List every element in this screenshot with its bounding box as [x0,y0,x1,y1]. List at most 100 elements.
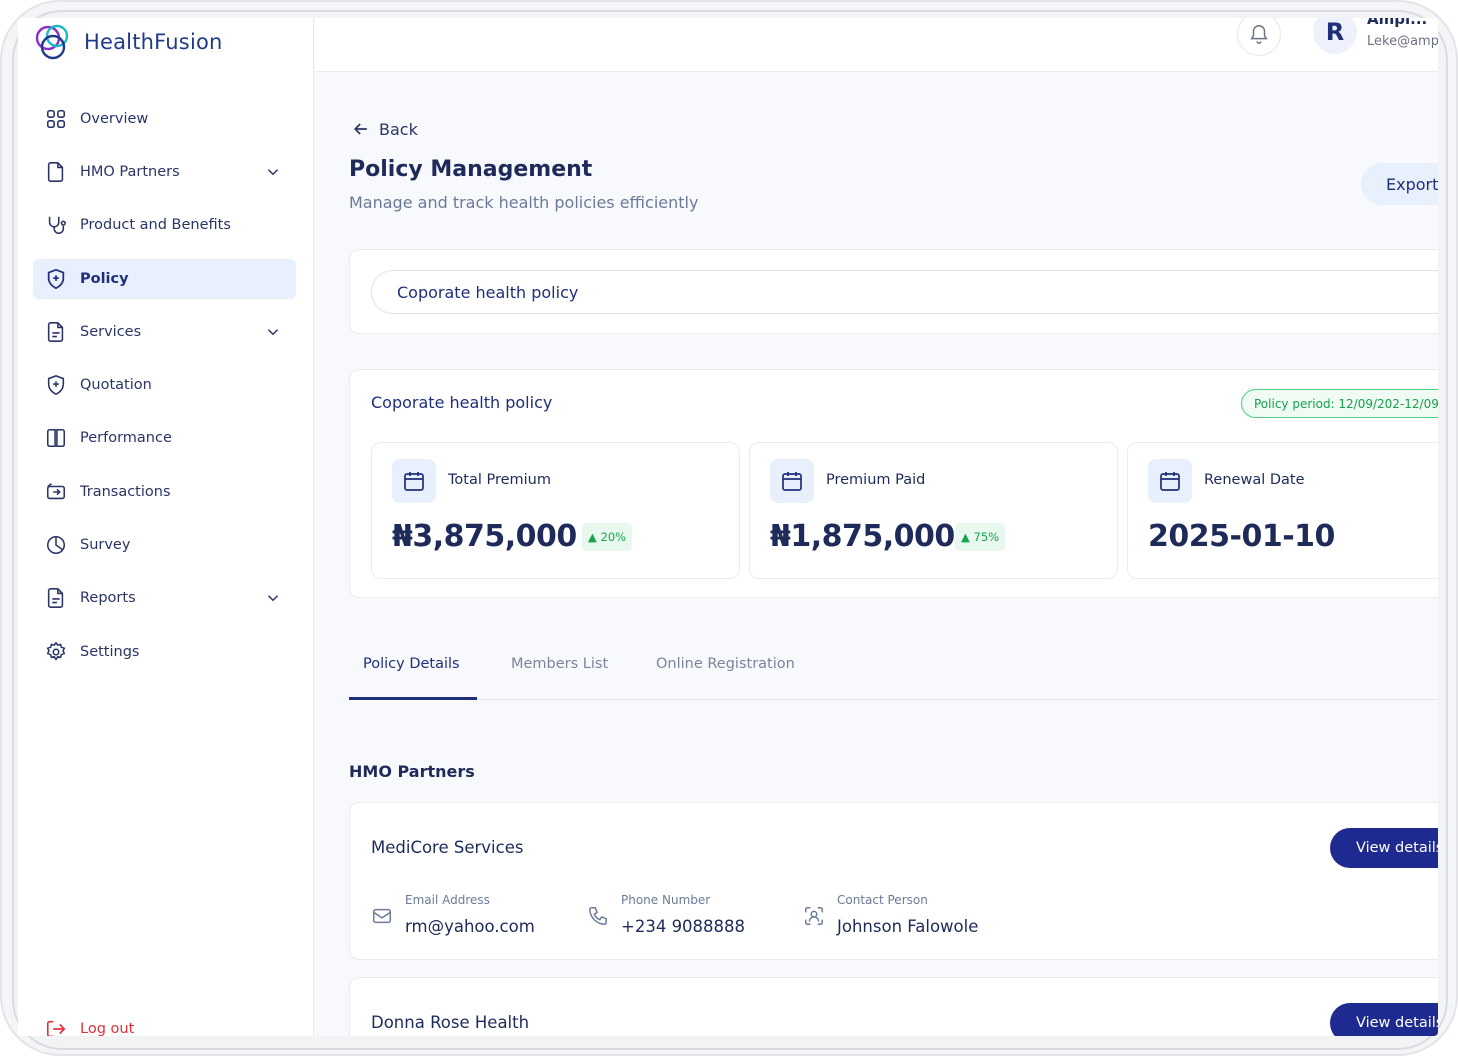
stat-value: ₦1,875,000 [770,519,955,554]
stethoscope-icon [45,214,67,236]
avatar[interactable]: R [1313,18,1357,54]
phone-icon [589,907,607,925]
stat-renewal-date: Renewal Date 2025-01-10 [1127,442,1438,579]
logo-mark-icon [35,24,69,60]
policy-period-badge: Policy period: 12/09/202-12/09 [1241,389,1438,418]
sidebar-item-quotation[interactable]: Quotation [33,365,296,405]
app-screen: HealthFusion Overview HMO Partners Produ… [18,18,1438,1036]
sidebar-item-transactions[interactable]: Transactions [33,472,296,512]
calendar-icon [770,459,814,503]
sidebar-item-label: Transactions [80,484,171,500]
back-button[interactable]: Back [351,119,418,139]
app-name: HealthFusion [84,30,223,54]
tab-policy-details[interactable]: Policy Details [363,656,460,672]
page-subtitle: Manage and track health policies efficie… [349,193,699,212]
contact-person-icon [805,907,823,925]
stat-label: Premium Paid [826,472,926,488]
sidebar-item-label: Reports [80,590,136,606]
logout-label: Log out [80,1021,135,1036]
info-caption: Email Address [405,893,490,907]
hmo-partner-card: MediCore Services View details Email Add… [349,802,1438,960]
arrow-left-icon [353,123,367,135]
bell-icon [1250,25,1268,44]
grid-icon [45,108,67,130]
partner-contact: Contact Person Johnson Falowole [803,893,1043,943]
sidebar-item-product-and-benefits[interactable]: Product and Benefits [33,205,296,245]
logout-icon [46,1020,66,1036]
stat-label: Renewal Date [1204,472,1305,488]
stat-label: Total Premium [448,472,551,488]
pie-chart-icon [45,534,67,556]
hmo-section-title: HMO Partners [349,762,475,781]
partner-name: Donna Rose Health [371,1013,530,1032]
info-caption: Phone Number [621,893,711,907]
calendar-icon [1148,459,1192,503]
back-label: Back [379,119,418,139]
user-email: Leke@amp [1367,34,1438,49]
partner-phone: Phone Number +234 9088888 [587,893,787,943]
chevron-down-icon[interactable] [264,589,282,607]
stat-delta-badge: ▲ 20% [582,523,633,551]
mail-icon [373,908,391,924]
chevron-down-icon[interactable] [264,323,282,341]
page-title: Policy Management [349,157,593,182]
sidebar-item-overview[interactable]: Overview [33,99,296,139]
sidebar-item-label: Overview [80,111,149,127]
logo[interactable]: HealthFusion [32,20,223,64]
main-content: Back Policy Management Manage and track … [315,73,1438,1036]
stat-delta-badge: ▲ 75% [955,523,1006,551]
sidebar-item-label: Product and Benefits [80,217,231,233]
policy-summary-card: Coporate health policy Policy period: 12… [349,369,1438,598]
view-details-button[interactable]: View details [1330,828,1438,868]
partner-email: Email Address rm@yahoo.com [371,893,571,943]
document-icon [45,321,67,343]
shield-plus-icon [45,268,67,290]
chevron-down-icon[interactable] [264,163,282,181]
phone-value[interactable]: +234 9088888 [621,917,745,936]
sidebar-item-label: Services [80,324,142,340]
tab-members-list[interactable]: Members List [511,656,608,672]
sidebar-item-survey[interactable]: Survey [33,525,296,565]
email-value[interactable]: rm@yahoo.com [405,917,535,936]
policy-select[interactable]: Coporate health policy [371,270,1438,314]
stat-value: 2025-01-10 [1148,519,1335,554]
tab-online-registration[interactable]: Online Registration [656,656,795,672]
hmo-partner-card: Donna Rose Health View details [349,977,1438,1036]
transfer-icon [45,481,67,503]
sidebar-item-label: Policy [80,271,129,287]
book-icon [45,427,67,449]
sidebar-item-reports[interactable]: Reports [33,578,296,618]
stat-premium-paid: Premium Paid ₦1,875,000 ▲ 75% [749,442,1118,579]
view-details-button[interactable]: View details [1330,1003,1438,1036]
policy-selector-card: Coporate health policy [349,249,1438,334]
sidebar-item-settings[interactable]: Settings [33,632,296,672]
stat-value: ₦3,875,000 [392,519,577,554]
sidebar-item-label: HMO Partners [80,164,180,180]
shield-plus-icon [45,374,67,396]
sidebar: HealthFusion Overview HMO Partners Produ… [18,18,314,1036]
notification-button[interactable] [1237,18,1281,56]
gear-icon [45,641,67,663]
sidebar-item-performance[interactable]: Performance [33,418,296,458]
sidebar-item-label: Quotation [80,377,152,393]
logout-button[interactable]: Log out [45,1018,134,1036]
export-button[interactable]: Export [1361,163,1438,205]
sidebar-item-services[interactable]: Services [33,312,296,352]
user-name: Ampl... [1367,18,1428,28]
sidebar-item-label: Settings [80,644,140,660]
partner-name: MediCore Services [371,838,524,857]
sidebar-item-label: Performance [80,430,172,446]
sidebar-item-hmo-partners[interactable]: HMO Partners [33,152,296,192]
top-bar: R Ampl... Leke@amp [315,18,1438,72]
contact-value: Johnson Falowole [837,917,979,936]
info-caption: Contact Person [837,893,928,907]
document-icon [45,587,67,609]
active-tab-indicator [349,697,477,700]
summary-title: Coporate health policy [371,393,553,412]
sidebar-item-label: Survey [80,537,131,553]
calendar-icon [392,459,436,503]
stat-total-premium: Total Premium ₦3,875,000 ▲ 20% [371,442,740,579]
tab-bar: Policy Details Members List Online Regis… [349,638,1438,700]
file-icon [45,161,67,183]
sidebar-item-policy[interactable]: Policy [33,259,296,299]
